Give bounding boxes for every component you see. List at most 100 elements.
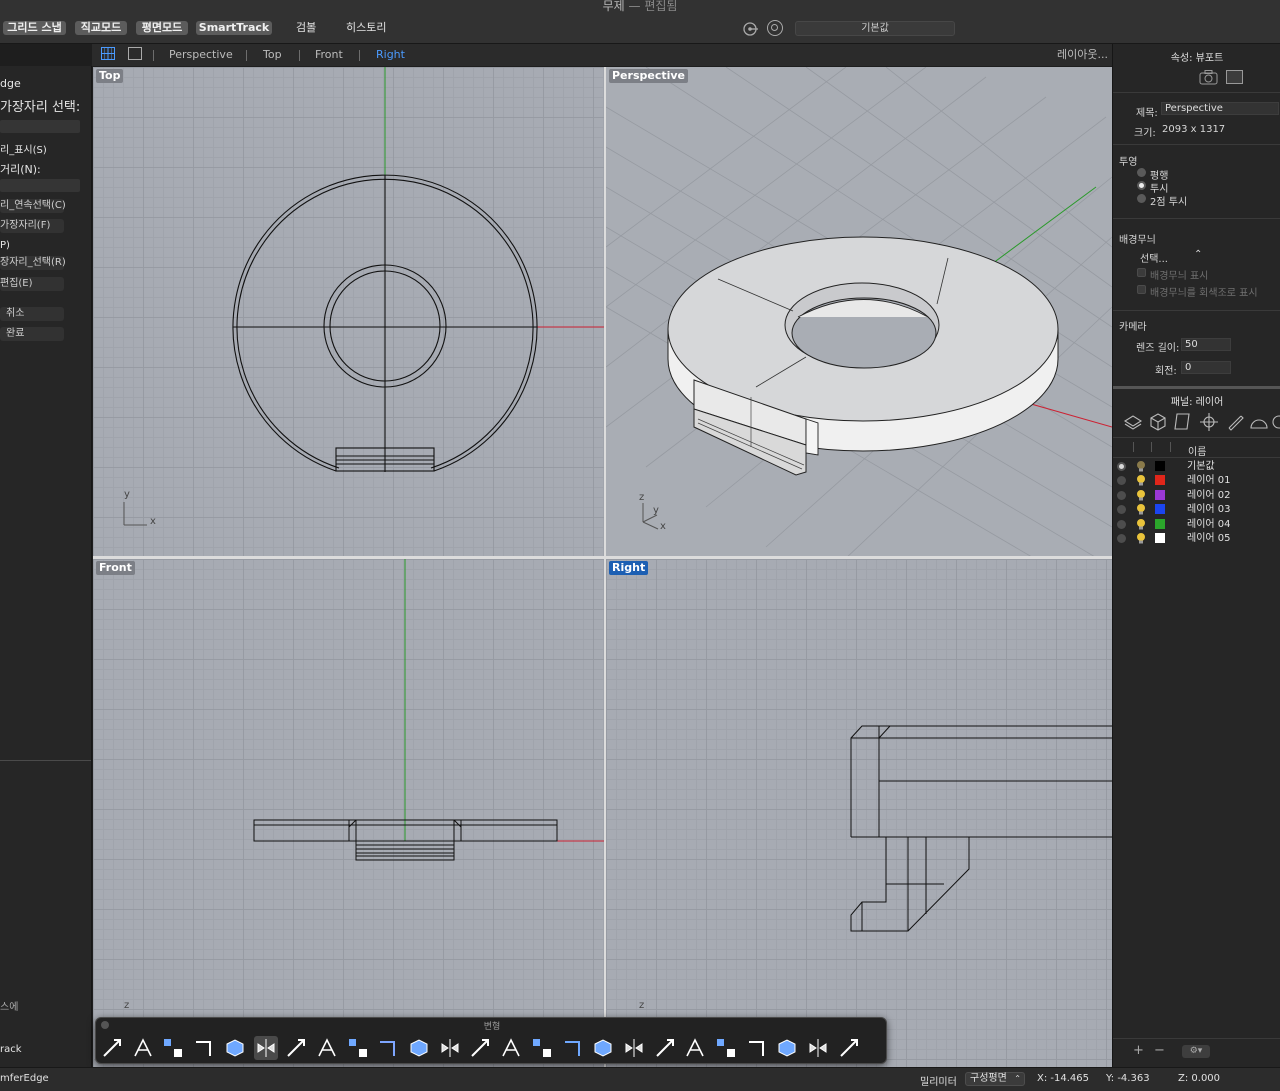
viewport-label-right[interactable]: Right — [609, 561, 649, 575]
lightbulb-icon[interactable] — [1135, 518, 1147, 530]
chain-select-button[interactable]: 리_연속선택(C) — [0, 199, 66, 213]
units-label[interactable]: 밀리미터 — [920, 1073, 957, 1088]
lightbulb-icon[interactable] — [1135, 532, 1147, 544]
show-edges-option[interactable]: 리_표시(S) — [0, 141, 47, 156]
tab-top[interactable]: Top — [263, 47, 282, 63]
layout-button[interactable]: 레이아웃... — [1057, 47, 1108, 63]
layer-options-gear-icon[interactable]: ⚙▾ — [1182, 1045, 1210, 1058]
layer-row[interactable]: 레이어 01 — [1113, 474, 1280, 488]
current-layer-radio[interactable] — [1117, 462, 1126, 471]
layers-icon[interactable] — [1123, 415, 1143, 427]
viewport-splitter-vertical[interactable] — [604, 67, 606, 1067]
layer-row[interactable]: 기본값 — [1113, 460, 1280, 474]
cplane-selector[interactable]: 기본값 — [795, 21, 955, 36]
current-layer-radio[interactable] — [1117, 505, 1126, 515]
array-icon[interactable] — [161, 1036, 185, 1060]
osnap-toggle-icon[interactable] — [742, 20, 760, 38]
layer-row[interactable]: 레이어 05 — [1113, 532, 1280, 546]
cplane-select[interactable]: 구성평면 ⌃ — [965, 1072, 1025, 1086]
array-curve-icon[interactable] — [561, 1036, 585, 1060]
add-layer-button[interactable]: + — [1133, 1043, 1144, 1058]
current-layer-radio[interactable] — [1117, 534, 1126, 543]
layer-row[interactable]: 레이어 03 — [1113, 503, 1280, 517]
taper-icon[interactable] — [530, 1036, 554, 1060]
smooth-icon[interactable] — [499, 1036, 523, 1060]
dome-icon[interactable] — [1250, 419, 1268, 429]
layer-color-swatch[interactable] — [1155, 533, 1165, 543]
move-icon[interactable] — [837, 1036, 861, 1060]
split-icon[interactable] — [591, 1036, 615, 1060]
target-icon[interactable] — [767, 20, 783, 36]
viewport-front[interactable]: Front z — [93, 559, 604, 1067]
projection-parallel-radio[interactable] — [1137, 168, 1146, 177]
viewport-label-top[interactable]: Top — [96, 69, 124, 83]
smarttrack-button[interactable]: SmartTrack — [196, 21, 272, 35]
edge-f-button[interactable]: 가장자리(F) — [0, 219, 64, 233]
layer-color-swatch[interactable] — [1155, 489, 1165, 500]
mirror-icon[interactable] — [253, 1036, 278, 1060]
lightbulb-icon[interactable] — [1135, 474, 1147, 486]
rotation-field[interactable]: 0 — [1181, 361, 1231, 374]
viewport-label-perspective[interactable]: Perspective — [609, 69, 689, 83]
lightbulb-icon[interactable] — [1135, 460, 1147, 472]
layer-name-column[interactable]: 이름 — [1188, 443, 1206, 458]
stretch-icon[interactable] — [653, 1036, 677, 1060]
bevel-icon[interactable] — [714, 1036, 738, 1060]
orient-icon[interactable] — [192, 1036, 216, 1060]
viewport-right[interactable]: Right z — [606, 559, 1112, 1067]
layer-color-swatch[interactable] — [1155, 475, 1165, 486]
current-layer-radio[interactable] — [1117, 490, 1126, 500]
layer-color-swatch[interactable] — [1155, 461, 1165, 471]
blend-icon[interactable] — [775, 1036, 799, 1060]
projection-perspective-radio[interactable] — [1137, 181, 1146, 190]
viewport-top[interactable]: Top y x — [93, 67, 604, 556]
layer-color-swatch[interactable] — [1155, 504, 1165, 515]
lens-length-field[interactable]: 50 — [1181, 338, 1231, 351]
grid-snap-button[interactable]: 그리드 스냅 — [3, 21, 66, 35]
wallpaper-gray-checkbox[interactable] — [1137, 285, 1146, 294]
twist-icon[interactable] — [407, 1036, 431, 1060]
wallpaper-show-checkbox[interactable] — [1137, 268, 1146, 277]
edge-input[interactable] — [0, 120, 80, 133]
flow-icon[interactable] — [438, 1036, 462, 1060]
camera-icon[interactable] — [1199, 69, 1219, 85]
bend-icon[interactable] — [376, 1036, 400, 1060]
lightbulb-icon[interactable] — [1135, 489, 1147, 501]
cancel-button[interactable]: 취소 — [0, 307, 64, 321]
curve-icon[interactable] — [1228, 415, 1244, 431]
grid-array-icon[interactable] — [468, 1036, 492, 1060]
single-viewport-icon[interactable] — [128, 47, 142, 60]
edge-select-r-button[interactable]: 장자리_선택(R) — [0, 256, 66, 270]
cage-icon[interactable] — [315, 1036, 339, 1060]
lightbulb-icon[interactable] — [1135, 503, 1147, 515]
scale-1d-icon[interactable] — [131, 1036, 155, 1060]
panel-splitter[interactable] — [1113, 386, 1280, 389]
rotate-icon[interactable] — [284, 1036, 308, 1060]
four-viewports-icon[interactable] — [101, 47, 115, 60]
gumball-button[interactable]: 검볼 — [296, 21, 316, 35]
tab-front[interactable]: Front — [315, 47, 343, 63]
viewport-perspective[interactable]: Perspective z y x — [606, 67, 1112, 556]
current-layer-radio[interactable] — [1117, 476, 1126, 486]
box-edit-icon[interactable] — [223, 1036, 247, 1060]
extend-icon[interactable] — [683, 1036, 707, 1060]
project-icon[interactable] — [346, 1036, 370, 1060]
align-icon[interactable] — [622, 1036, 646, 1060]
remove-layer-button[interactable]: − — [1154, 1043, 1165, 1058]
shear-icon[interactable] — [745, 1036, 769, 1060]
page-icon[interactable] — [1174, 413, 1190, 430]
wallpaper-select[interactable]: 선택... — [1140, 250, 1168, 265]
current-layer-radio[interactable] — [1117, 519, 1126, 529]
viewport-splitter-horizontal[interactable] — [93, 556, 1112, 559]
layer-row[interactable]: 레이어 04 — [1113, 518, 1280, 532]
distance-input[interactable] — [0, 179, 80, 192]
cage-edit-icon[interactable] — [806, 1036, 830, 1060]
planar-button[interactable]: 평면모드 — [136, 21, 188, 35]
done-button[interactable]: 완료 — [0, 327, 64, 341]
viewport-props-icon[interactable] — [1226, 70, 1243, 84]
layer-row[interactable]: 레이어 02 — [1113, 489, 1280, 503]
layer-color-swatch[interactable] — [1155, 518, 1165, 529]
projection-two-point-radio[interactable] — [1137, 194, 1146, 203]
ortho-button[interactable]: 직교모드 — [75, 21, 127, 35]
viewport-label-front[interactable]: Front — [96, 561, 135, 575]
